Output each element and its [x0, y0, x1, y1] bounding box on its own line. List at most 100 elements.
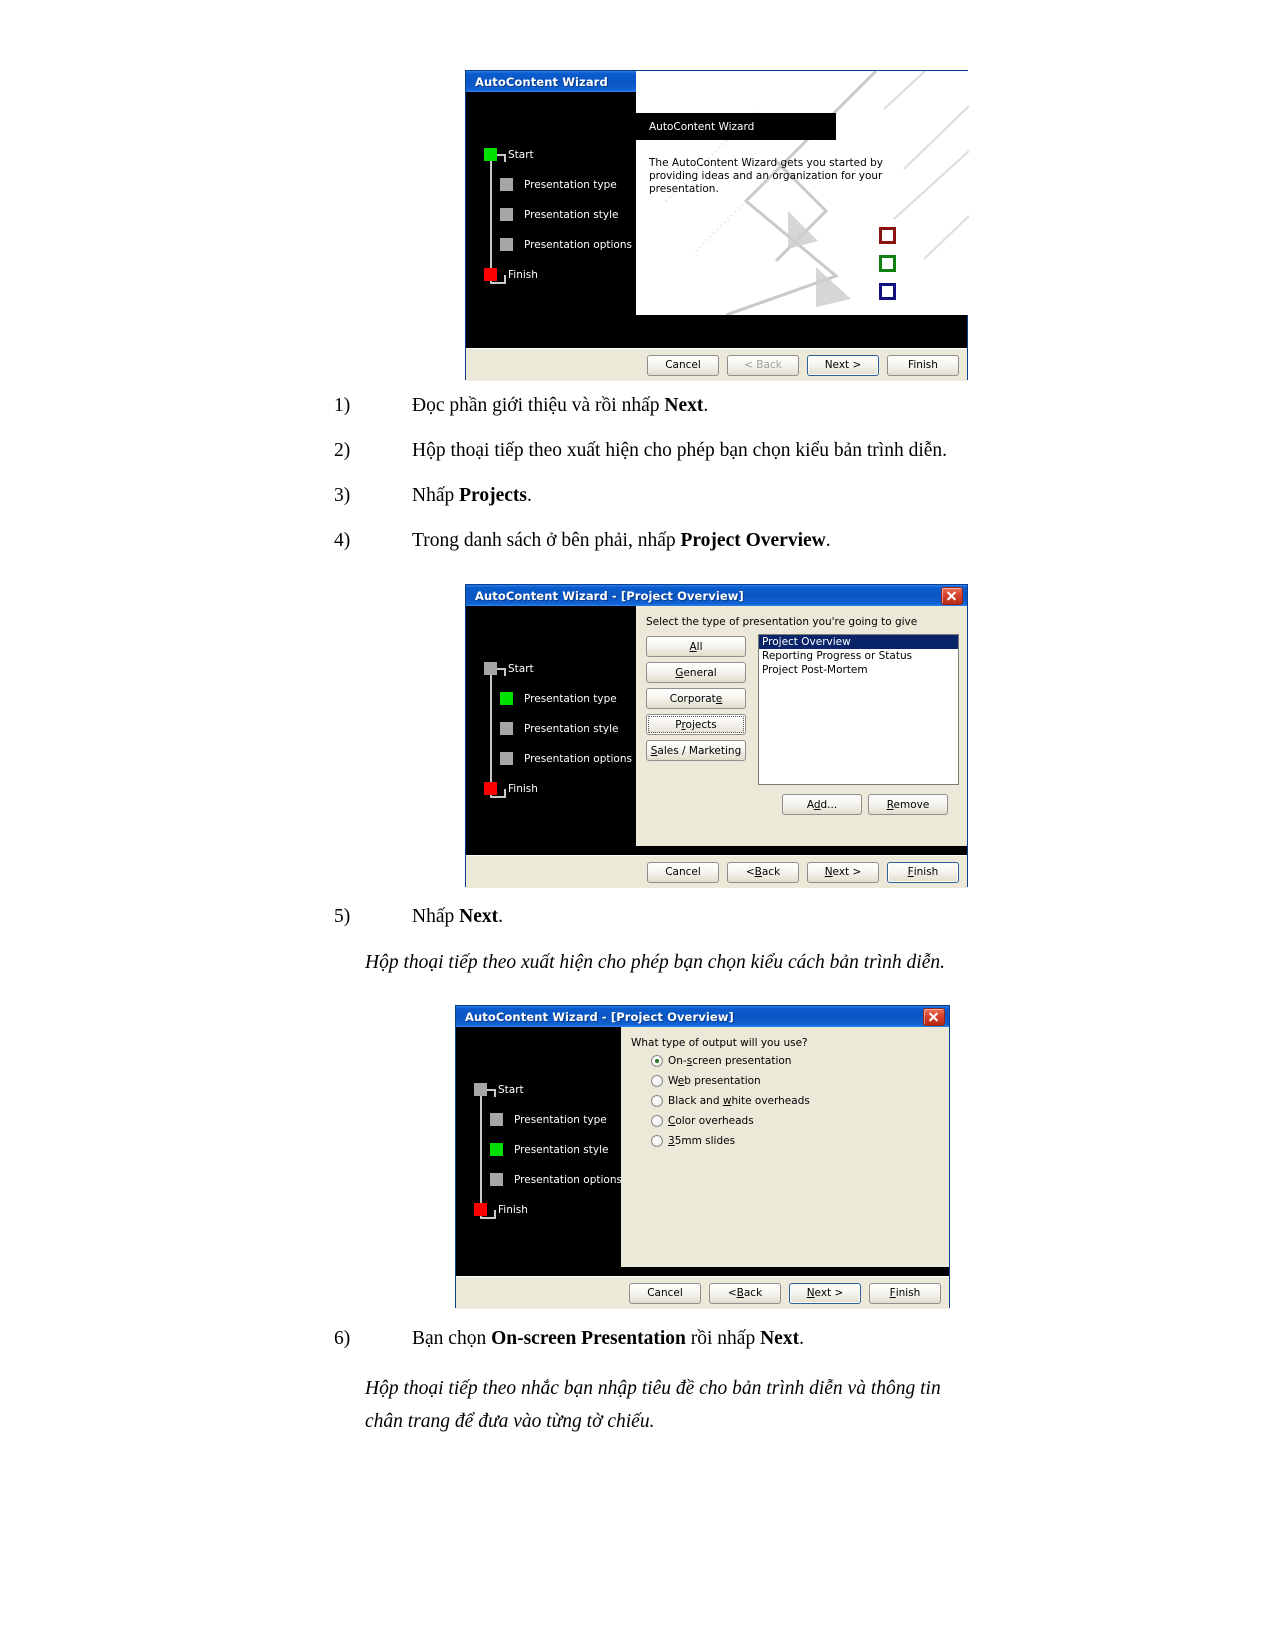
category-label: Corporate: [669, 692, 723, 705]
step-text: Đọc phần giới thiệu và rồi nhấp Next.: [412, 395, 709, 416]
next-button[interactable]: Next >: [789, 1282, 861, 1304]
step-label: Presentation type: [514, 1113, 607, 1126]
autocontent-wizard-dialog-3[interactable]: AutoContent Wizard - [Project Overview] …: [455, 1005, 950, 1309]
note-after-step-6-line-1: Hộp thoại tiếp theo nhắc bạn nhập tiêu đ…: [365, 1378, 941, 1399]
step-number: 2): [334, 440, 351, 461]
radio-color-overheads[interactable]: Color overheads: [651, 1115, 754, 1127]
step-bold-2: Next: [760, 1328, 800, 1349]
back-button[interactable]: < Back: [727, 861, 799, 883]
step-label: Presentation options: [514, 1173, 622, 1186]
category-button-sales-marketing[interactable]: Sales / Marketing: [646, 740, 746, 761]
radio-icon[interactable]: [651, 1055, 663, 1067]
list-item[interactable]: Reporting Progress or Status: [759, 649, 958, 663]
step-marker-icon: [500, 208, 513, 221]
cancel-button[interactable]: Cancel: [647, 354, 719, 376]
remove-button[interactable]: Remove: [868, 794, 948, 815]
radio-label: 35mm slides: [668, 1135, 736, 1147]
cancel-button[interactable]: Cancel: [647, 861, 719, 883]
next-button[interactable]: Next >: [807, 354, 879, 376]
dialog3-step-presentation-options: Presentation options: [490, 1173, 622, 1186]
note-after-step-5: Hộp thoại tiếp theo xuất hiện cho phép b…: [365, 952, 946, 973]
add-button[interactable]: Add...: [782, 794, 862, 815]
finish-button[interactable]: Finish: [887, 354, 959, 376]
dialog2-step-start: Start: [484, 662, 534, 675]
radio-35mm-slides[interactable]: 35mm slides: [651, 1135, 735, 1147]
radio-label: On-screen presentation: [668, 1055, 792, 1067]
output-type-question: What type of output will you use?: [631, 1037, 808, 1049]
close-icon[interactable]: [941, 586, 963, 605]
presentation-type-listbox[interactable]: Project Overview Reporting Progress or S…: [758, 634, 959, 785]
note-after-step-6-line-2: chân trang để đưa vào từng tờ chiếu.: [365, 1411, 655, 1432]
step-text: Trong danh sách ở bên phải, nhấp Project…: [412, 530, 831, 551]
radio-icon[interactable]: [651, 1115, 663, 1127]
step-text: Bạn chọn On-screen Presentation rồi nhấp…: [412, 1328, 804, 1349]
dialog3-footer: Cancel < Back Next > Finish: [456, 1276, 949, 1309]
radio-web-presentation[interactable]: Web presentation: [651, 1075, 761, 1087]
swatch-green-icon: [879, 255, 896, 272]
swatch-red-icon: [879, 227, 896, 244]
step-bold: Project Overview: [680, 530, 826, 551]
step-label: Presentation style: [524, 722, 619, 735]
step-label: Presentation style: [514, 1143, 609, 1156]
category-button-general[interactable]: General: [646, 662, 746, 683]
finish-button[interactable]: Finish: [887, 861, 959, 883]
category-label: General: [675, 666, 717, 679]
step-label: Presentation style: [524, 208, 619, 221]
dialog3-title: AutoContent Wizard - [Project Overview]: [465, 1009, 734, 1024]
dialog1-step-start: Start: [484, 148, 534, 161]
radio-label: Black and white overheads: [668, 1095, 810, 1107]
finish-button[interactable]: Finish: [869, 1282, 941, 1304]
category-button-projects[interactable]: Projects: [646, 714, 746, 735]
step-bold: On-screen Presentation: [491, 1328, 686, 1349]
dialog1-step-presentation-style: Presentation style: [500, 208, 618, 221]
dialog1-body: Start Presentation type Presentation sty…: [466, 71, 969, 348]
step-marker-icon: [500, 238, 513, 251]
category-button-corporate[interactable]: Corporate: [646, 688, 746, 709]
dialog3-panel: What type of output will you use? On-scr…: [621, 1027, 949, 1267]
radio-icon[interactable]: [651, 1095, 663, 1107]
list-item[interactable]: Project Overview: [759, 635, 958, 649]
autocontent-wizard-dialog-1[interactable]: AutoContent Wizard Start Presentation ty…: [465, 70, 969, 381]
dialog2-step-finish: Finish: [484, 782, 538, 795]
category-button-all[interactable]: All: [646, 636, 746, 657]
dialog3-titlebar[interactable]: AutoContent Wizard - [Project Overview]: [456, 1006, 949, 1027]
step-marker-icon: [484, 782, 497, 795]
step-text: Nhấp Next.: [412, 906, 503, 927]
step-number: 1): [334, 395, 351, 416]
step-label: Finish: [508, 268, 538, 281]
dialog2-step-presentation-options: Presentation options: [500, 752, 632, 765]
close-icon[interactable]: [923, 1007, 945, 1026]
step-marker-icon: [484, 662, 497, 675]
radio-label: Web presentation: [668, 1075, 761, 1087]
step-marker-icon: [474, 1203, 487, 1216]
add-label: Add...: [806, 798, 838, 811]
dialog2-titlebar[interactable]: AutoContent Wizard - [Project Overview]: [466, 585, 967, 606]
dialog2-step-rail: Start Presentation type Presentation sty…: [466, 606, 636, 855]
back-button[interactable]: < Back: [709, 1282, 781, 1304]
radio-black-and-white-overheads[interactable]: Black and white overheads: [651, 1095, 810, 1107]
step-label: Presentation type: [524, 692, 617, 705]
step-text: Hộp thoại tiếp theo xuất hiện cho phép b…: [412, 440, 948, 461]
dialog1-step-presentation-options: Presentation options: [500, 238, 632, 251]
step-marker-icon: [500, 178, 513, 191]
dialog1-step-presentation-type: Presentation type: [500, 178, 617, 191]
dialog3-step-presentation-type: Presentation type: [490, 1113, 607, 1126]
dialog3-step-finish: Finish: [474, 1203, 528, 1216]
dialog1-illustration: AutoContent Wizard The AutoContent Wizar…: [636, 71, 969, 315]
next-button[interactable]: Next >: [807, 861, 879, 883]
autocontent-wizard-dialog-2[interactable]: AutoContent Wizard - [Project Overview] …: [465, 584, 968, 888]
remove-label: Remove: [886, 798, 930, 811]
back-button[interactable]: < Back: [727, 354, 799, 376]
step-number: 4): [334, 530, 351, 551]
cancel-button[interactable]: Cancel: [629, 1282, 701, 1304]
dialog2-panel: Select the type of presentation you're g…: [636, 606, 967, 846]
step-label: Presentation options: [524, 752, 632, 765]
step-label: Start: [508, 148, 534, 161]
radio-on-screen-presentation[interactable]: On-screen presentation: [651, 1055, 791, 1067]
radio-icon[interactable]: [651, 1135, 663, 1147]
list-item[interactable]: Project Post-Mortem: [759, 663, 958, 677]
step-label: Start: [508, 662, 534, 675]
radio-icon[interactable]: [651, 1075, 663, 1087]
category-label: All: [689, 640, 703, 653]
presentation-type-prompt: Select the type of presentation you're g…: [646, 616, 918, 628]
